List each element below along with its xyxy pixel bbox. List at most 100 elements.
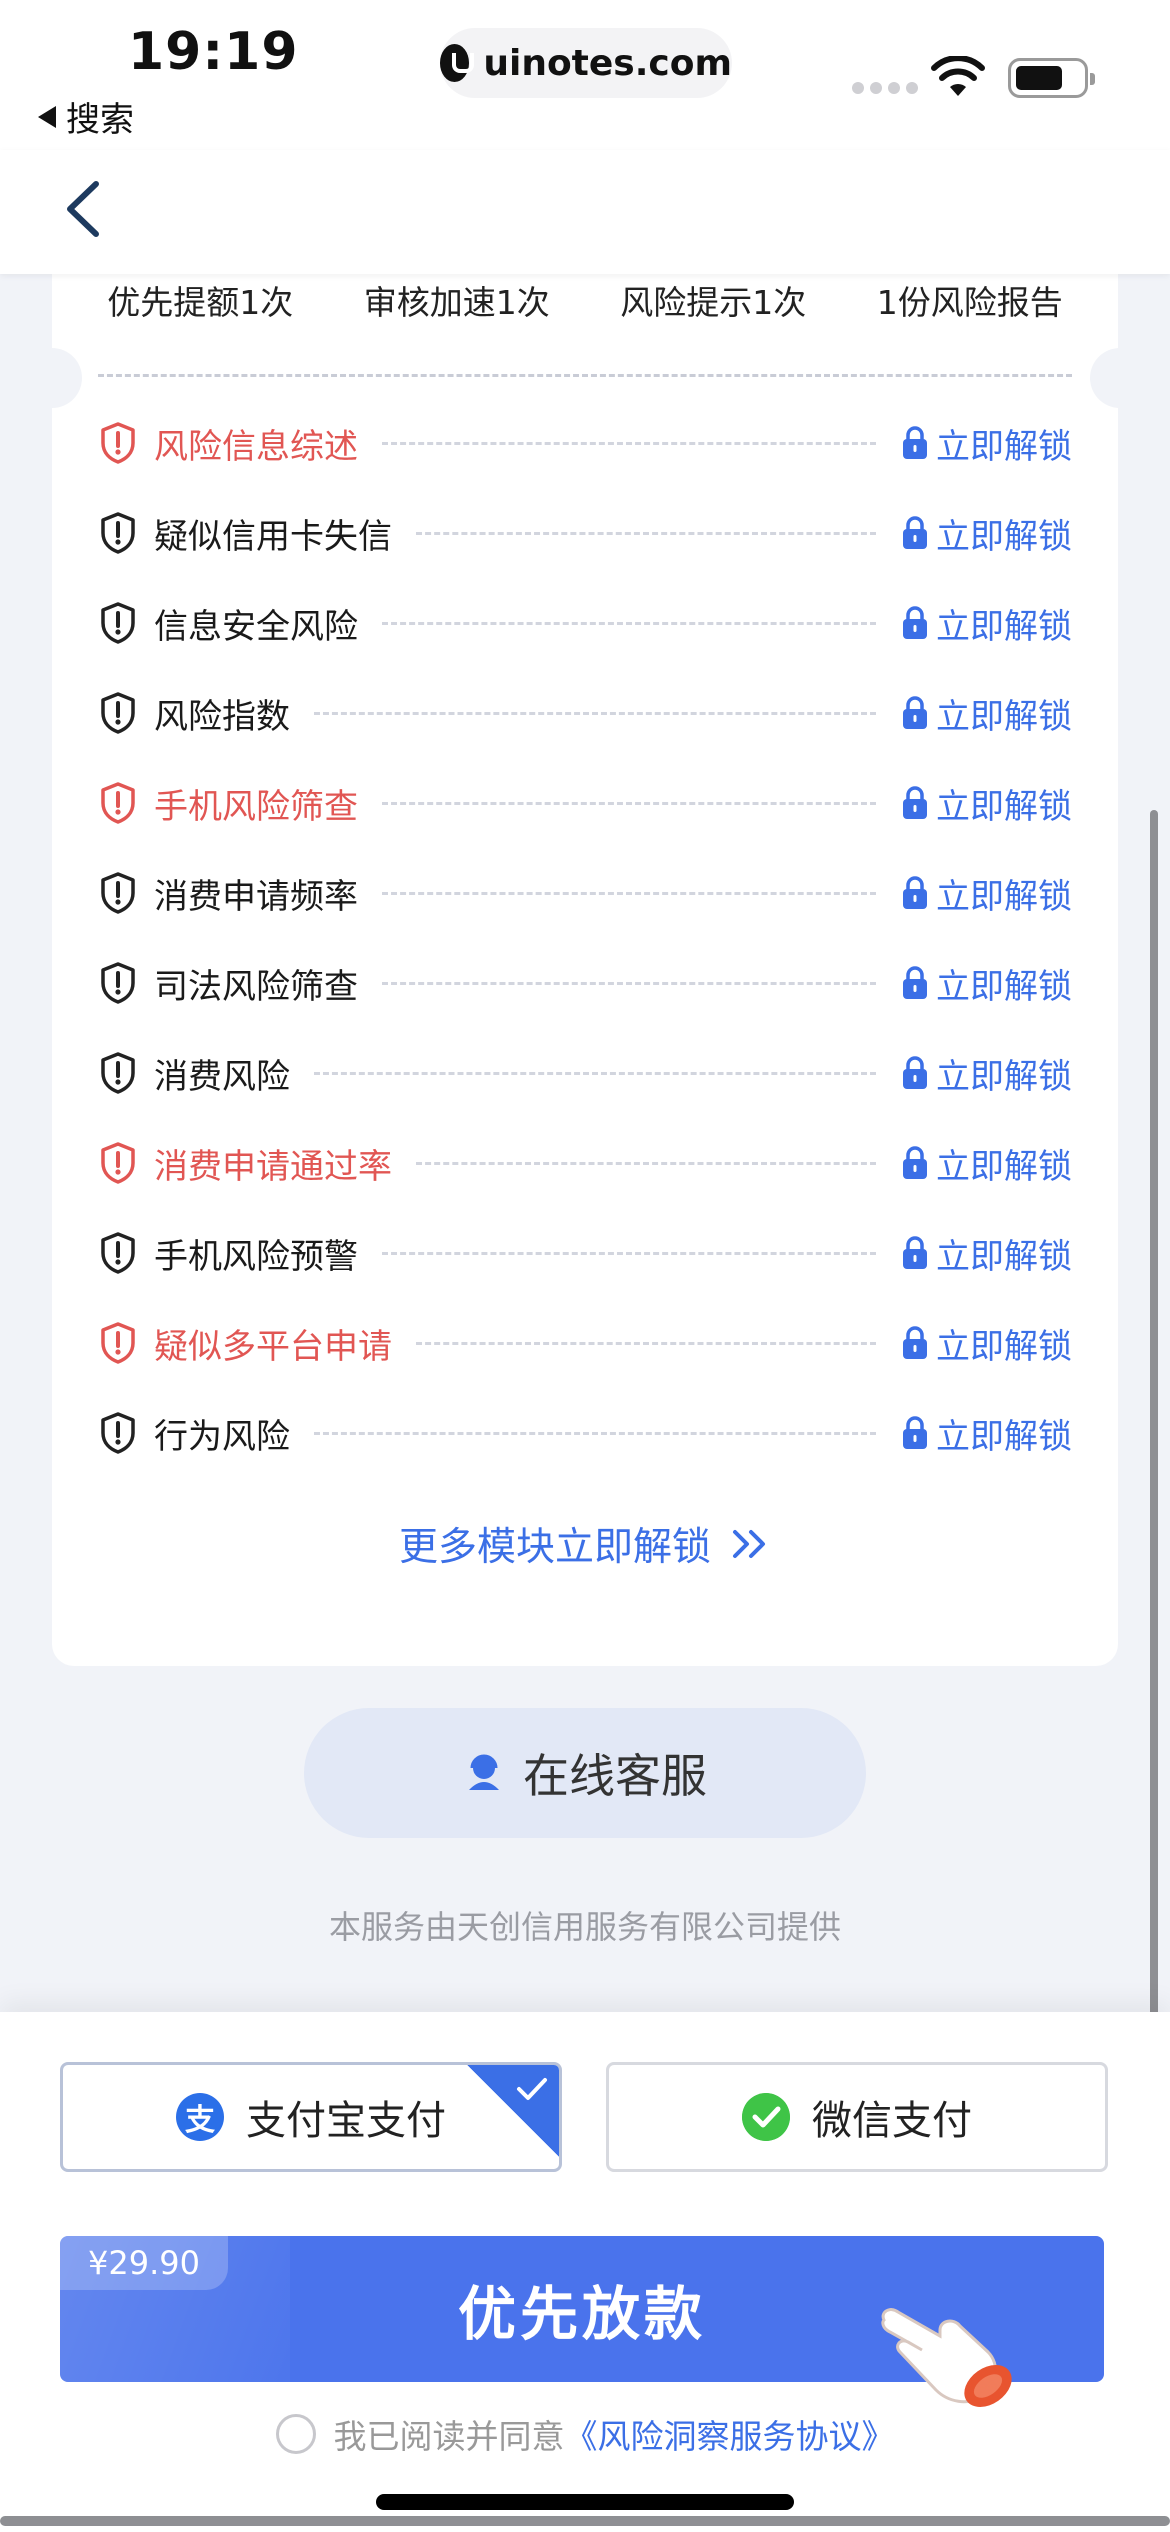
shield-alert-icon	[101, 1052, 135, 1094]
unlock-label: 立即解锁	[936, 1416, 1072, 1457]
risk-item-label: 疑似信用卡失信	[154, 516, 392, 557]
more-modules-link[interactable]: 更多模块立即解锁	[52, 1516, 1118, 1572]
url-text: uinotes.com	[483, 42, 732, 84]
shield-alert-icon	[101, 1232, 135, 1274]
agree-radio[interactable]	[275, 2414, 316, 2454]
lock-icon	[903, 1056, 927, 1089]
card-notch-left	[22, 348, 82, 408]
risk-item-row: 消费风险 立即解锁	[98, 1028, 1072, 1118]
dashed-leader	[382, 981, 876, 985]
lock-icon	[903, 606, 927, 639]
lock-icon	[903, 426, 927, 459]
back-app-label: 搜索	[66, 100, 134, 140]
lock-icon	[903, 966, 927, 999]
agreement-row: 我已阅读并同意 《风险洞察服务协议》	[0, 2410, 1170, 2458]
unlock-label: 立即解锁	[936, 606, 1072, 647]
unlock-button[interactable]: 立即解锁	[900, 1139, 1072, 1188]
risk-item-label: 信息安全风险	[154, 606, 358, 647]
status-time: 19:19	[128, 22, 299, 82]
shield-alert-icon	[101, 512, 135, 554]
risk-item-list: 风险信息综述 立即解锁 疑似信用卡失信 立即解锁 信息安全风险 立即解锁 风险指数 立即解锁手…	[98, 398, 1072, 1478]
wechat-pay-option[interactable]: 微信支付	[606, 2062, 1108, 2172]
back-triangle-icon	[38, 105, 56, 128]
customer-service-icon	[469, 1754, 499, 1790]
wechat-pay-label: 微信支付	[812, 2098, 972, 2144]
dashed-leader	[416, 1341, 876, 1345]
risk-item-row: 手机风险预警 立即解锁	[98, 1208, 1072, 1298]
wechat-pay-icon	[742, 2093, 790, 2141]
online-service-button[interactable]: 在线客服	[304, 1708, 866, 1838]
risk-item-row: 风险信息综述 立即解锁	[98, 398, 1072, 488]
unlock-button[interactable]: 立即解锁	[900, 959, 1072, 1008]
home-indicator[interactable]	[376, 2494, 794, 2510]
risk-item-row: 消费申请频率 立即解锁	[98, 848, 1072, 938]
provider-note: 本服务由天创信用服务有限公司提供	[328, 1908, 841, 1946]
perk-item: 优先提额1次	[107, 283, 294, 322]
risk-item-row: 行为风险 立即解锁	[98, 1388, 1072, 1478]
unlock-button[interactable]: 立即解锁	[900, 869, 1072, 918]
shield-alert-icon	[101, 692, 135, 734]
perk-item: 审核加速1次	[363, 283, 550, 322]
unlock-button[interactable]: 立即解锁	[900, 419, 1072, 468]
online-service-label: 在线客服	[523, 1749, 707, 1803]
risk-item-row: 疑似信用卡失信 立即解锁	[98, 488, 1072, 578]
shield-alert-icon	[101, 422, 135, 464]
dashed-leader	[416, 1161, 876, 1165]
dashed-leader	[314, 711, 876, 715]
risk-item-label: 手机风险预警	[154, 1236, 358, 1277]
alipay-option[interactable]: 支 支付宝支付	[60, 2062, 562, 2172]
lock-icon	[903, 1326, 927, 1359]
unlock-button[interactable]: 立即解锁	[900, 1049, 1072, 1098]
unlock-button[interactable]: 立即解锁	[900, 1229, 1072, 1278]
back-chevron-icon[interactable]	[56, 176, 116, 242]
lock-icon	[903, 876, 927, 909]
card-notch-right	[1090, 348, 1150, 408]
horizontal-scrollbar	[0, 2516, 1170, 2526]
risk-item-label: 行为风险	[154, 1416, 290, 1457]
dashed-leader	[382, 1251, 876, 1255]
nav-bar	[0, 150, 1170, 274]
risk-item-row: 手机风险筛查 立即解锁	[98, 758, 1072, 848]
unlock-button[interactable]: 立即解锁	[900, 599, 1072, 648]
dashed-leader	[382, 441, 876, 445]
dashed-leader	[382, 801, 876, 805]
double-chevron-right-icon	[733, 1530, 765, 1558]
back-to-app-link[interactable]: 搜索	[38, 92, 134, 141]
unlock-button[interactable]: 立即解锁	[900, 509, 1072, 558]
cta-label: 优先放款	[457, 2280, 706, 2348]
dashed-leader	[416, 531, 876, 535]
unlock-label: 立即解锁	[936, 1056, 1072, 1097]
risk-item-row: 消费申请通过率 立即解锁	[98, 1118, 1072, 1208]
shield-alert-icon	[101, 782, 135, 824]
unlock-label: 立即解锁	[936, 696, 1072, 737]
status-bar: 19:19 搜索 uinotes.com	[0, 0, 1170, 150]
url-pill[interactable]: uinotes.com	[440, 28, 732, 98]
lock-icon	[903, 516, 927, 549]
unlock-label: 立即解锁	[936, 1146, 1072, 1187]
selected-check-icon	[465, 2065, 559, 2159]
alipay-icon: 支	[176, 2093, 224, 2141]
shield-alert-icon	[101, 1142, 135, 1184]
perks-row: 优先提额1次 审核加速1次 风险提示1次 1份风险报告	[52, 276, 1118, 324]
wifi-icon	[931, 56, 985, 96]
unlock-button[interactable]: 立即解锁	[900, 1319, 1072, 1368]
unlock-button[interactable]: 立即解锁	[900, 1409, 1072, 1458]
more-modules-label: 更多模块立即解锁	[398, 1525, 711, 1570]
price-tag: ¥29.90	[60, 2236, 228, 2290]
unlock-button[interactable]: 立即解锁	[900, 779, 1072, 828]
lock-icon	[903, 786, 927, 819]
risk-item-label: 消费申请通过率	[154, 1146, 392, 1187]
shield-alert-icon	[101, 872, 135, 914]
site-logo-icon	[440, 44, 475, 82]
unlock-label: 立即解锁	[936, 1236, 1072, 1277]
agreement-link[interactable]: 《风险洞察服务协议》	[565, 2410, 895, 2458]
perk-item: 风险提示1次	[620, 283, 807, 322]
agreement-prefix: 我已阅读并同意	[333, 2417, 565, 2456]
battery-icon	[1008, 58, 1095, 98]
unlock-label: 立即解锁	[936, 786, 1072, 827]
risk-item-label: 司法风险筛查	[154, 966, 358, 1007]
alipay-label: 支付宝支付	[246, 2098, 446, 2144]
unlock-button[interactable]: 立即解锁	[900, 689, 1072, 738]
pointing-hand-icon	[881, 2308, 1012, 2407]
unlock-label: 立即解锁	[936, 1326, 1072, 1367]
